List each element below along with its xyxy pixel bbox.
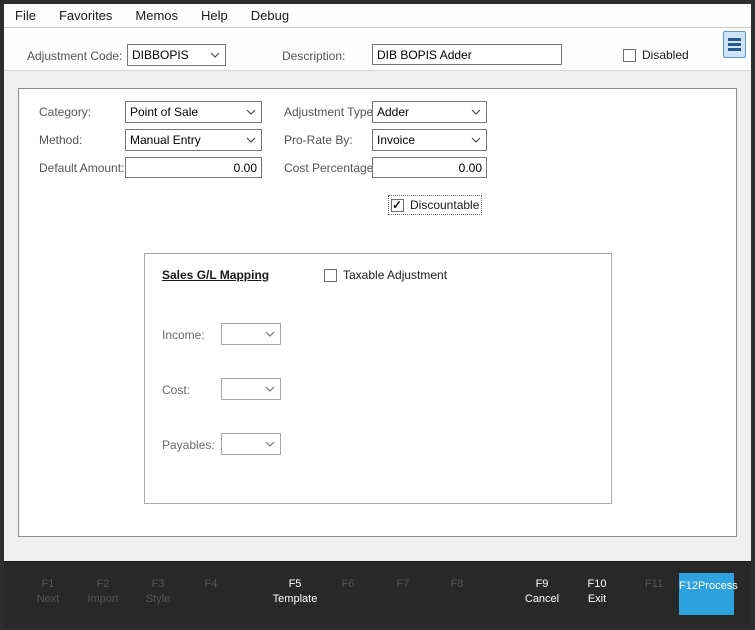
method-label: Method:: [39, 133, 82, 147]
menu-favorites[interactable]: Favorites: [52, 6, 119, 25]
income-select[interactable]: [221, 323, 281, 345]
menu-file[interactable]: File: [8, 6, 43, 25]
menu-debug[interactable]: Debug: [244, 6, 296, 25]
header-strip: Adjustment Code: DIBBOPIS Description: D…: [4, 28, 751, 71]
sales-gl-mapping-box: Sales G/L Mapping Taxable Adjustment Inc…: [144, 253, 612, 504]
description-label: Description:: [282, 49, 345, 63]
description-input[interactable]: [372, 44, 562, 65]
chevron-down-icon: [265, 331, 275, 337]
adjustment-code-select[interactable]: DIBBOPIS: [127, 44, 226, 66]
menu-help[interactable]: Help: [194, 6, 235, 25]
cost-label: Cost:: [162, 383, 190, 397]
adjustment-type-select[interactable]: Adder: [372, 101, 487, 123]
pro-rate-by-value: Invoice: [377, 133, 415, 147]
cost-select[interactable]: [221, 378, 281, 400]
discountable-checkbox-label: Discountable: [410, 198, 479, 212]
default-amount-input[interactable]: [125, 157, 262, 178]
chevron-down-icon: [246, 109, 256, 115]
chevron-down-icon: [265, 386, 275, 392]
method-select[interactable]: Manual Entry: [125, 129, 262, 151]
client-area: Category: Point of Sale Adjustment Type:…: [4, 71, 751, 561]
adjustment-code-label: Adjustment Code:: [27, 49, 122, 63]
chevron-down-icon: [265, 441, 275, 447]
fkey-f10-exit[interactable]: F10Exit: [565, 577, 629, 607]
pro-rate-by-label: Pro-Rate By:: [284, 133, 353, 147]
adjustment-type-value: Adder: [377, 105, 409, 119]
discountable-checkbox[interactable]: [391, 199, 404, 212]
chevron-down-icon: [246, 137, 256, 143]
discountable-checkbox-group[interactable]: Discountable: [391, 198, 479, 212]
fkey-f12-process-button[interactable]: F12Process: [679, 573, 734, 615]
fkey-f11: F11: [622, 577, 686, 592]
category-label: Category:: [39, 105, 91, 119]
function-key-bar: F1Next F2Import F3Style F4 F5Template F6…: [4, 561, 751, 626]
income-label: Income:: [162, 328, 205, 342]
method-value: Manual Entry: [130, 133, 201, 147]
hamburger-icon: [728, 38, 741, 41]
taxable-adjustment-checkbox-label: Taxable Adjustment: [343, 268, 447, 282]
payables-label: Payables:: [162, 438, 215, 452]
fkey-f8: F8: [425, 577, 489, 592]
app-window: File Favorites Memos Help Debug Adjustme…: [0, 0, 755, 630]
menu-bar: File Favorites Memos Help Debug: [4, 4, 751, 28]
cost-percentage-label: Cost Percentage:: [284, 161, 377, 175]
menu-memos[interactable]: Memos: [128, 6, 185, 25]
taxable-adjustment-checkbox-group[interactable]: Taxable Adjustment: [324, 268, 447, 282]
default-amount-label: Default Amount:: [39, 161, 124, 175]
disabled-checkbox-group[interactable]: Disabled: [623, 48, 689, 62]
chevron-down-icon: [471, 109, 481, 115]
sales-gl-mapping-title: Sales G/L Mapping: [162, 268, 269, 282]
payables-select[interactable]: [221, 433, 281, 455]
category-select[interactable]: Point of Sale: [125, 101, 262, 123]
pro-rate-by-select[interactable]: Invoice: [372, 129, 487, 151]
chevron-down-icon: [210, 52, 220, 58]
cost-percentage-input[interactable]: [372, 157, 487, 178]
chevron-down-icon: [471, 137, 481, 143]
disabled-checkbox[interactable]: [623, 49, 636, 62]
adjustment-form-panel: Category: Point of Sale Adjustment Type:…: [18, 88, 737, 537]
category-value: Point of Sale: [130, 105, 198, 119]
adjustment-type-label: Adjustment Type:: [284, 105, 377, 119]
adjustment-code-value: DIBBOPIS: [132, 48, 189, 62]
fkey-f4: F4: [179, 577, 243, 592]
disabled-checkbox-label: Disabled: [642, 48, 689, 62]
taxable-adjustment-checkbox[interactable]: [324, 269, 337, 282]
window-menu-button[interactable]: [723, 31, 746, 58]
